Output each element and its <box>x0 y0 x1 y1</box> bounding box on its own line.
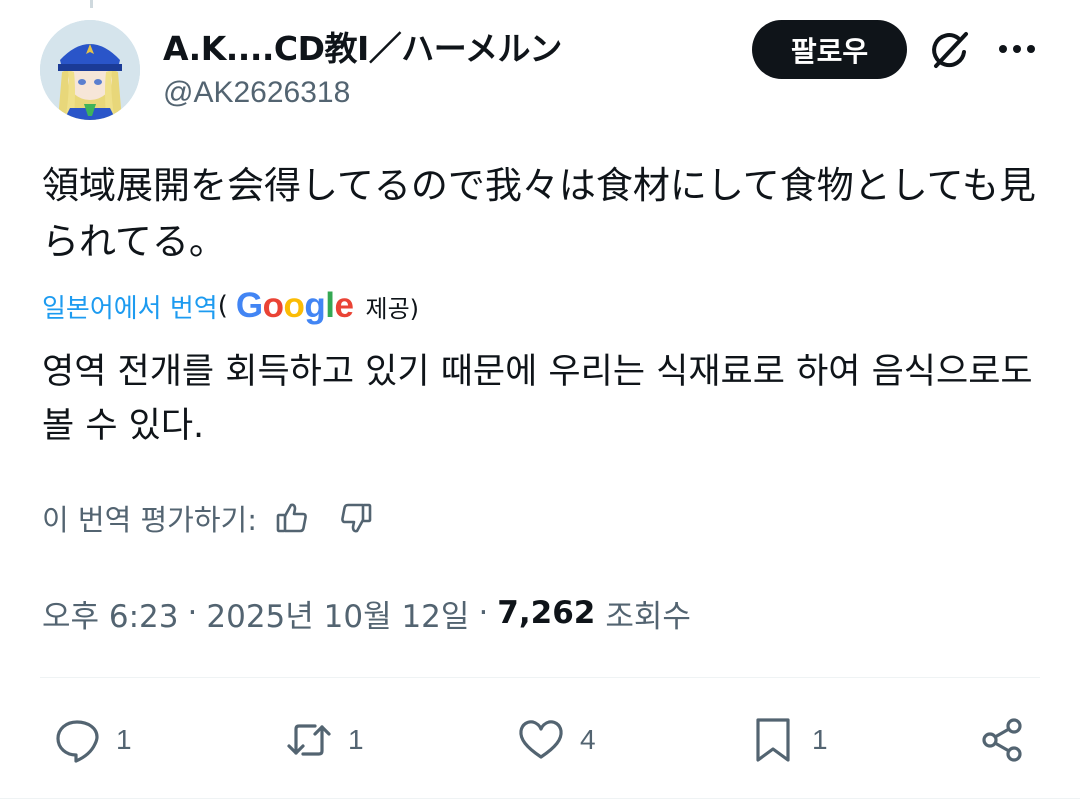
meta-separator: · <box>478 595 489 631</box>
tweet-time[interactable]: 오후 6:23 <box>42 591 179 636</box>
divider <box>40 677 1040 678</box>
views-label: 조회수 <box>605 598 691 635</box>
translation-provided-label: 제공) <box>365 294 420 323</box>
translation-rating: 이 번역 평가하기: <box>42 495 373 541</box>
google-logo: Google <box>235 286 354 325</box>
bookmark-button[interactable]: 1 <box>748 712 828 768</box>
author-display-name[interactable]: A.K....CD教I／ハーメルン <box>163 22 562 70</box>
avatar-image <box>40 20 140 120</box>
tweet-text: 領域展開を会得してるので我々は食材にして食物としても見られてる。 <box>42 164 1036 263</box>
grok-icon[interactable] <box>928 28 972 72</box>
thumbs-down-icon[interactable] <box>339 501 373 535</box>
translation-attribution: 일본어에서 번역 ( Google 제공) <box>42 284 419 328</box>
reply-count: 1 <box>116 724 132 755</box>
reply-button[interactable]: 1 <box>52 712 132 768</box>
tweet-meta: 오후 6:23 · 2025년 10월 12일 · 7,262 조회수 <box>42 588 691 638</box>
thumbs-up-icon[interactable] <box>275 501 309 535</box>
author-handle[interactable]: @AK2626318 <box>163 76 350 110</box>
bookmark-count: 1 <box>812 724 828 755</box>
thread-connector-line <box>90 0 93 8</box>
more-icon[interactable] <box>996 32 1038 66</box>
follow-button[interactable]: 팔로우 <box>752 20 907 79</box>
meta-separator: · <box>187 595 198 631</box>
views-count: 7,262 <box>497 595 596 631</box>
share-icon <box>982 718 1022 762</box>
bottom-divider <box>0 798 1080 799</box>
bookmark-icon <box>756 718 790 762</box>
share-button[interactable] <box>978 712 1028 768</box>
retweet-icon <box>287 724 331 756</box>
avatar[interactable] <box>40 20 140 120</box>
heart-icon <box>519 720 563 759</box>
like-button[interactable]: 4 <box>516 712 596 768</box>
translated-text: 영역 전개를 회득하고 있기 때문에 우리는 식재료로 하여 음식으로도 볼 수… <box>42 352 1033 446</box>
like-count: 4 <box>580 724 596 755</box>
reply-icon <box>56 720 99 763</box>
translation-source-link[interactable]: 일본어에서 번역 <box>42 288 218 325</box>
rate-translation-label: 이 번역 평가하기: <box>42 503 257 537</box>
retweet-button[interactable]: 1 <box>284 712 364 768</box>
retweet-count: 1 <box>348 724 364 755</box>
translation-paren-open: ( <box>217 291 228 321</box>
tweet-date[interactable]: 2025년 10월 12일 <box>206 591 469 636</box>
